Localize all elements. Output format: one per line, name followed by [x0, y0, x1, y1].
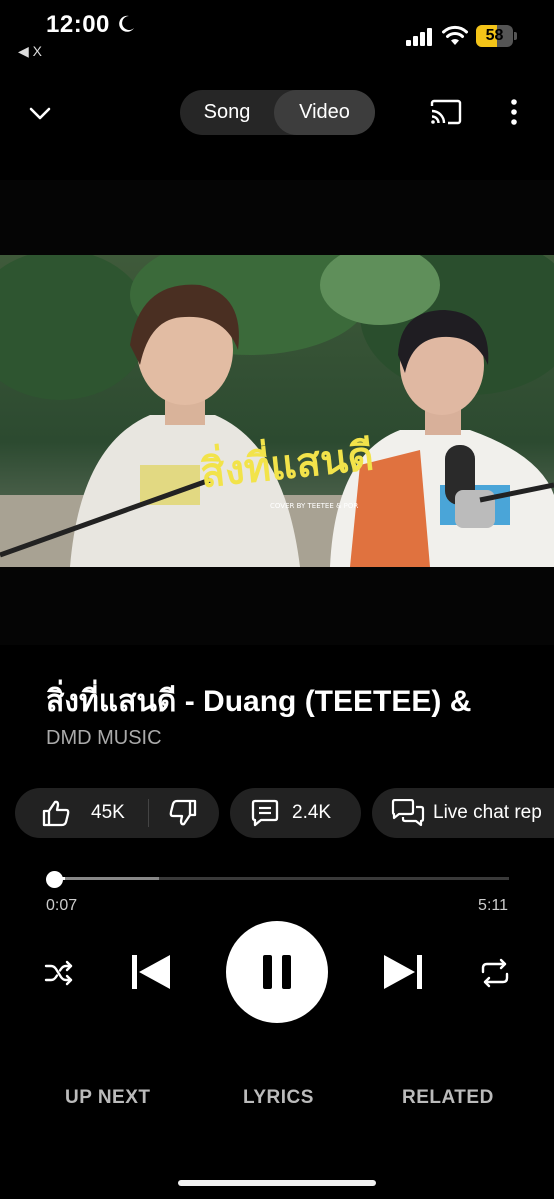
comment-icon	[251, 799, 279, 827]
wifi-icon	[442, 25, 468, 45]
cast-icon[interactable]	[429, 98, 463, 126]
live-chat-pill[interactable]: Live chat rep	[372, 788, 554, 838]
total-time: 5:11	[478, 897, 508, 914]
back-to-app-link[interactable]: ◀ X	[18, 43, 42, 60]
current-time: 0:07	[46, 897, 78, 914]
battery-icon: 58	[476, 25, 518, 47]
status-bar: 12:00 ◀ X 58	[0, 0, 554, 70]
song-toggle-button[interactable]: Song	[180, 90, 274, 135]
video-toggle-button[interactable]: Video	[274, 90, 375, 135]
artist-name[interactable]: DMD MUSIC	[46, 727, 162, 750]
previous-icon[interactable]	[130, 953, 172, 991]
next-icon[interactable]	[382, 953, 424, 991]
song-title: สิ่งที่แสนดี - Duang (TEETEE) &	[46, 685, 472, 718]
shuffle-icon[interactable]	[44, 958, 74, 988]
progress-thumb[interactable]	[46, 871, 63, 888]
pause-button[interactable]	[226, 921, 328, 1023]
comment-count: 2.4K	[292, 802, 332, 823]
signal-icon	[406, 28, 432, 46]
video-overlay-subtitle: COVER BY TEETEE & POR	[270, 502, 358, 510]
repeat-icon[interactable]	[479, 957, 511, 989]
tab-lyrics[interactable]: LYRICS	[243, 1087, 314, 1109]
video-thumbnail-image: สิ่งที่แสนดี COVER BY TEETEE & POR	[0, 255, 554, 567]
comments-pill[interactable]: 2.4K	[230, 788, 361, 838]
moon-icon	[119, 15, 134, 32]
tab-up-next[interactable]: UP NEXT	[65, 1087, 151, 1109]
tab-related[interactable]: RELATED	[402, 1087, 494, 1109]
battery-level: 58	[485, 27, 504, 44]
status-time: 12:00	[46, 11, 110, 38]
chevron-down-icon[interactable]	[26, 99, 54, 127]
more-vertical-icon[interactable]	[503, 98, 525, 126]
thumbs-up-icon[interactable]	[41, 799, 71, 827]
live-chat-label: Live chat rep	[433, 802, 542, 823]
live-chat-icon	[391, 799, 425, 827]
pause-icon	[263, 955, 291, 989]
thumbs-down-icon[interactable]	[168, 799, 198, 827]
like-dislike-pill: 45K	[15, 788, 219, 838]
progress-bar[interactable]	[55, 877, 509, 880]
progress-buffered	[55, 877, 160, 880]
video-frame[interactable]: สิ่งที่แสนดี COVER BY TEETEE & POR	[0, 255, 554, 567]
song-video-toggle[interactable]: Song Video	[180, 90, 375, 135]
like-count[interactable]: 45K	[91, 788, 125, 838]
home-indicator[interactable]	[178, 1180, 376, 1186]
